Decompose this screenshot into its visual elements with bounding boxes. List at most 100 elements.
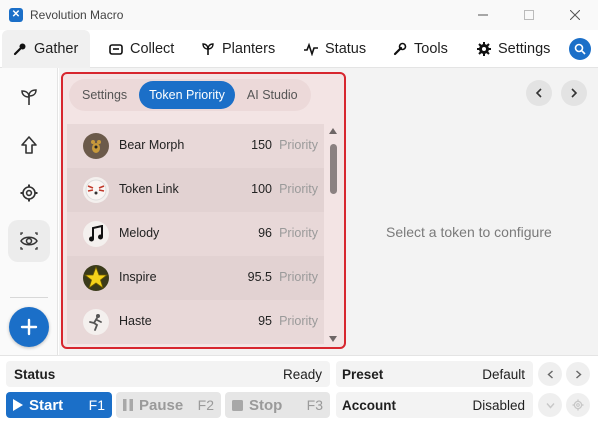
tab-settings[interactable]: Settings: [476, 30, 550, 68]
plus-icon: [20, 318, 38, 336]
add-button[interactable]: [9, 307, 49, 347]
tab-status[interactable]: Status: [303, 30, 366, 68]
subtab-bar: Settings Token Priority AI Studio: [69, 79, 311, 111]
token-priority-value: 95: [258, 314, 272, 328]
token-row-inspire[interactable]: Inspire 95.5 Priority: [67, 256, 324, 300]
bottom-bar: Status Ready Start F1 Pause F2 Stop F3 P…: [0, 355, 598, 424]
token-name: Inspire: [119, 270, 157, 284]
subtab-settings[interactable]: Settings: [72, 81, 137, 109]
token-priority-value: 100: [251, 182, 272, 196]
next-button[interactable]: [561, 80, 587, 106]
start-label: Start: [29, 396, 64, 414]
close-button[interactable]: [552, 0, 598, 30]
preset-value: Default: [482, 367, 525, 382]
token-row-melody[interactable]: Melody 96 Priority: [67, 212, 324, 256]
account-selector[interactable]: Account Disabled: [336, 392, 533, 418]
chevron-right-icon: [571, 88, 578, 98]
window-title: Revolution Macro: [30, 8, 124, 22]
preset-previous-button[interactable]: [538, 362, 562, 386]
planters-icon: [200, 41, 216, 57]
stop-button[interactable]: Stop F3: [225, 392, 330, 418]
token-list: Bear Morph 150 Priority Token Link 100 P…: [67, 124, 324, 346]
account-settings-button[interactable]: [566, 393, 590, 417]
gear-icon: [20, 184, 38, 202]
token-priority-value: 96: [258, 226, 272, 240]
sprout-icon: [21, 89, 37, 105]
preset-selector[interactable]: Preset Default: [336, 361, 533, 387]
sidebar-item-settings[interactable]: [8, 172, 50, 214]
gear-icon: [572, 399, 584, 411]
previous-button[interactable]: [526, 80, 552, 106]
token-row-haste[interactable]: Haste 95 Priority: [67, 300, 324, 344]
tab-label: Settings: [498, 41, 551, 57]
token-priority-label: Priority: [279, 182, 318, 196]
scroll-down-arrow-icon[interactable]: [328, 334, 338, 344]
status-value: Ready: [282, 367, 322, 382]
stop-label: Stop: [249, 396, 283, 414]
scrollbar-thumb[interactable]: [330, 144, 337, 194]
tab-gather[interactable]: Gather: [2, 30, 90, 68]
gather-icon: [12, 41, 28, 57]
token-name: Haste: [119, 314, 152, 328]
chevron-down-icon: [545, 402, 555, 409]
tab-label: Tools: [414, 41, 448, 57]
token-link-icon: [83, 177, 109, 203]
search-icon: [574, 43, 586, 55]
chevron-right-icon: [575, 369, 582, 379]
close-icon: [570, 10, 580, 20]
stop-icon: [232, 399, 243, 411]
gear-icon: [476, 41, 492, 57]
token-row-token-link[interactable]: Token Link 100 Priority: [67, 168, 324, 212]
bear-morph-icon: [83, 133, 109, 159]
account-dropdown-button[interactable]: [538, 393, 562, 417]
sidebar-item-sprout[interactable]: [8, 76, 50, 118]
search-button[interactable]: [569, 38, 591, 60]
maximize-button[interactable]: [506, 0, 552, 30]
token-name: Bear Morph: [119, 138, 185, 152]
token-list-scrollbar[interactable]: [327, 124, 339, 346]
app-logo-icon: ✕: [9, 8, 23, 22]
token-name: Melody: [119, 226, 160, 240]
start-button[interactable]: Start F1: [6, 392, 112, 418]
detail-placeholder: Select a token to configure: [386, 224, 552, 240]
token-priority-value: 150: [251, 138, 272, 152]
stop-hotkey: F3: [306, 397, 323, 413]
title-bar: ✕ Revolution Macro: [0, 0, 598, 30]
account-value: Disabled: [472, 398, 525, 413]
tools-icon: [392, 41, 408, 57]
account-label: Account: [342, 398, 396, 413]
minimize-button[interactable]: [460, 0, 506, 30]
tab-collect[interactable]: Collect: [108, 30, 174, 68]
status-icon: [303, 41, 319, 57]
subtab-token-priority[interactable]: Token Priority: [139, 81, 235, 109]
preset-next-button[interactable]: [566, 362, 590, 386]
minimize-icon: [478, 14, 488, 16]
token-row-bear-morph[interactable]: Bear Morph 150 Priority: [67, 124, 324, 168]
scroll-up-arrow-icon[interactable]: [328, 126, 338, 136]
arrow-up-icon: [21, 136, 37, 154]
tab-label: Gather: [34, 41, 79, 57]
pause-button[interactable]: Pause F2: [116, 392, 221, 418]
inspire-icon: [83, 265, 109, 291]
eye-icon: [20, 232, 38, 250]
top-navigation: Gather Collect Planters Status Tools Set…: [0, 30, 598, 68]
sidebar-divider: [10, 297, 48, 298]
haste-icon: [83, 309, 109, 335]
maximize-icon: [524, 10, 534, 20]
sidebar-item-vision[interactable]: [8, 220, 50, 262]
sidebar: [0, 68, 58, 355]
play-icon: [13, 399, 23, 411]
chevron-left-icon: [535, 88, 542, 98]
subtab-ai-studio[interactable]: AI Studio: [237, 81, 308, 109]
token-priority-label: Priority: [279, 270, 318, 284]
token-priority-label: Priority: [279, 314, 318, 328]
sidebar-item-upgrade[interactable]: [8, 124, 50, 166]
tab-tools[interactable]: Tools: [392, 30, 448, 68]
melody-icon: [83, 221, 109, 247]
token-priority-label: Priority: [279, 138, 318, 152]
pause-hotkey: F2: [197, 397, 214, 413]
token-priority-value: 95.5: [247, 270, 272, 284]
tab-planters[interactable]: Planters: [200, 30, 275, 68]
token-priority-panel: Settings Token Priority AI Studio Bear M…: [61, 72, 346, 349]
start-hotkey: F1: [88, 397, 105, 413]
